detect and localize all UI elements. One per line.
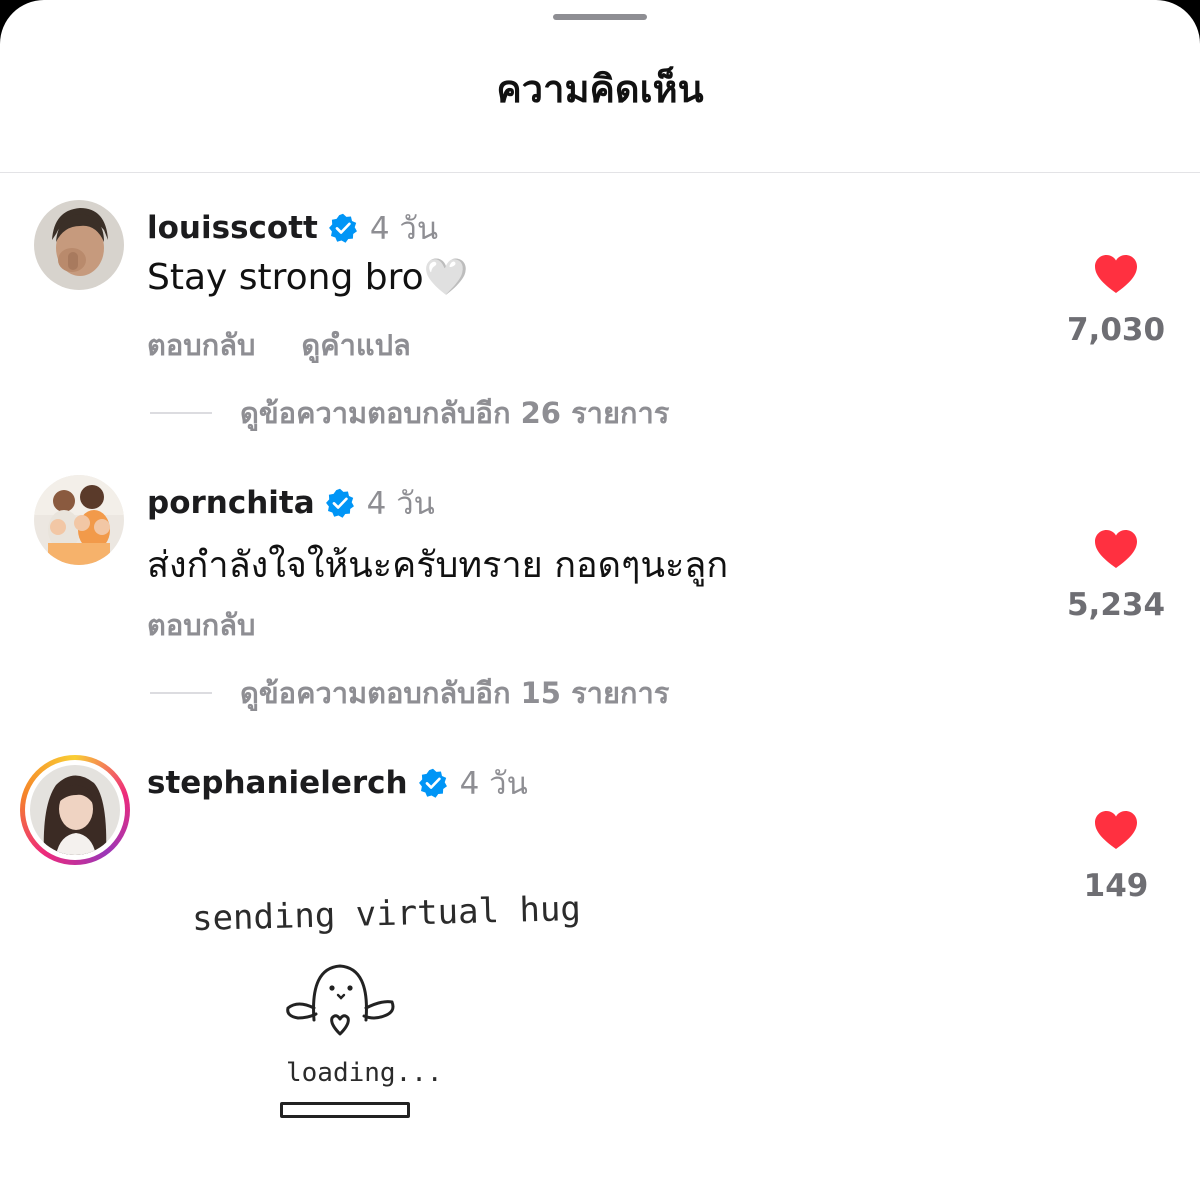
- avatar[interactable]: [34, 475, 124, 565]
- loading-bar: [280, 1102, 410, 1118]
- view-replies-label: ดูข้อความตอบกลับอีก 15 รายการ: [240, 676, 670, 710]
- comment-time: 4 วัน: [369, 211, 439, 247]
- like-count: 149: [1083, 868, 1149, 904]
- username[interactable]: louisscott: [147, 210, 318, 246]
- comment-header: stephanielerch 4 วัน: [147, 758, 528, 808]
- comment-text: ส่งกำลังใจให้นะครับทราย กอดๆนะลูก: [147, 545, 729, 586]
- view-replies-button[interactable]: ดูข้อความตอบกลับอีก 26 รายการ: [150, 390, 669, 436]
- see-translation-button[interactable]: ดูคำแปล: [301, 322, 410, 368]
- replies-line: [150, 692, 212, 694]
- view-replies-button[interactable]: ดูข้อความตอบกลับอีก 15 รายการ: [150, 670, 669, 716]
- verified-badge-icon: [328, 213, 357, 243]
- header-divider: [0, 172, 1200, 173]
- comment-time: 4 วัน: [459, 766, 528, 802]
- heart-icon[interactable]: [1094, 810, 1138, 850]
- sheet-grabber[interactable]: [553, 14, 647, 20]
- like-control: 149: [1066, 810, 1166, 904]
- sticker-caption: sending virtual hug: [191, 888, 582, 940]
- avatar[interactable]: [34, 200, 124, 290]
- verified-badge-icon: [418, 768, 447, 798]
- like-control: 5,234: [1066, 529, 1166, 623]
- reply-button[interactable]: ตอบกลับ: [147, 602, 255, 648]
- like-control: 7,030: [1066, 254, 1166, 348]
- comments-sheet: ความคิดเห็น louisscott 4 วัน Stay strong…: [0, 0, 1200, 1190]
- username[interactable]: stephanielerch: [147, 765, 408, 801]
- comment-header: louisscott 4 วัน: [147, 203, 438, 253]
- comment-actions: ตอบกลับ ดูคำแปล: [147, 322, 411, 368]
- like-count: 5,234: [1066, 587, 1166, 623]
- view-replies-label: ดูข้อความตอบกลับอีก 26 รายการ: [240, 396, 670, 430]
- heart-icon[interactable]: [1094, 254, 1138, 294]
- story-ring[interactable]: [20, 755, 130, 865]
- hug-sticker[interactable]: sending virtual hug loading...: [170, 880, 581, 1150]
- heart-icon[interactable]: [1094, 529, 1138, 569]
- ghost-hug-icon: [286, 964, 395, 1036]
- verified-badge-icon: [325, 488, 354, 518]
- comment-text: Stay strong bro🤍: [147, 257, 469, 298]
- avatar: [30, 765, 120, 855]
- like-count: 7,030: [1066, 312, 1166, 348]
- comment-header: pornchita 4 วัน: [147, 478, 435, 528]
- sheet-title: ความคิดเห็น: [496, 67, 704, 111]
- comment-time: 4 วัน: [366, 486, 435, 522]
- reply-button[interactable]: ตอบกลับ: [147, 322, 255, 368]
- replies-line: [150, 412, 212, 414]
- username[interactable]: pornchita: [147, 485, 315, 521]
- sticker-loading: loading...: [286, 1058, 443, 1088]
- comment-actions: ตอบกลับ: [147, 602, 255, 648]
